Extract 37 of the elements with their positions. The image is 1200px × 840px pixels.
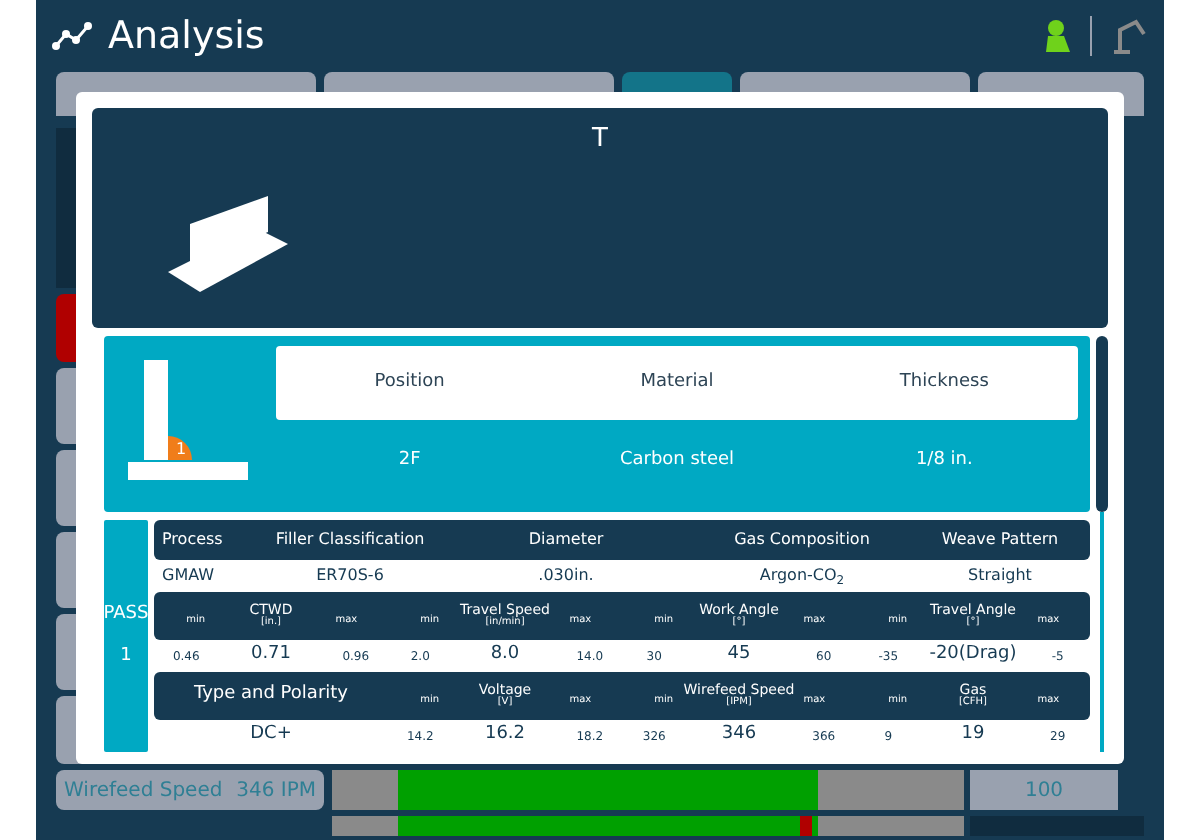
table-cell-text: DC+	[248, 722, 294, 749]
setting-field[interactable]: 100	[970, 770, 1118, 810]
page-title: Analysis	[108, 11, 265, 62]
column-header: Filler Classification	[273, 528, 427, 552]
column-header: Process	[162, 528, 225, 552]
pass-number: 1	[176, 438, 187, 462]
target-value: -20(Drag)	[927, 642, 1019, 669]
t-joint-icon	[168, 196, 292, 296]
target-value: 0.71	[248, 642, 294, 669]
readout-value: 346 IPM	[236, 777, 316, 805]
target-value: 346	[719, 722, 759, 749]
column-header: Material	[638, 369, 716, 396]
line-chart-icon	[52, 22, 92, 50]
column-header: Position	[372, 369, 447, 396]
spec-value: Carbon steel	[617, 447, 737, 474]
spec-value: 2F	[396, 447, 423, 474]
readout-label: Wirefeed Speed	[64, 777, 223, 805]
target-value: 19	[959, 722, 987, 749]
column-header: Thickness	[897, 369, 991, 396]
column-header: Gas Composition	[732, 528, 872, 552]
table-cell-text: .030in.	[536, 564, 596, 588]
robot-arm-icon[interactable]	[1108, 18, 1148, 54]
pass-label: PASS	[104, 601, 149, 627]
scrollbar-thumb[interactable]	[1096, 336, 1108, 512]
table-cell-text: ER70S-6	[314, 564, 386, 588]
target-value: 8.0	[488, 642, 522, 669]
pass-number: 1	[120, 644, 132, 670]
column-header: Diameter	[526, 528, 606, 552]
table-cell-text: Straight	[966, 564, 1034, 588]
column-header: Type and Polarity	[191, 682, 350, 709]
spec-value: 1/8 in.	[913, 447, 975, 474]
joint-title: T	[592, 122, 608, 158]
table-cell-text: GMAW	[162, 564, 217, 588]
column-header: Weave Pattern	[939, 528, 1061, 552]
table-cell-text: Argon-CO$_{2}$	[757, 564, 847, 588]
target-value: 16.2	[482, 722, 528, 749]
target-value: 45	[725, 642, 753, 669]
